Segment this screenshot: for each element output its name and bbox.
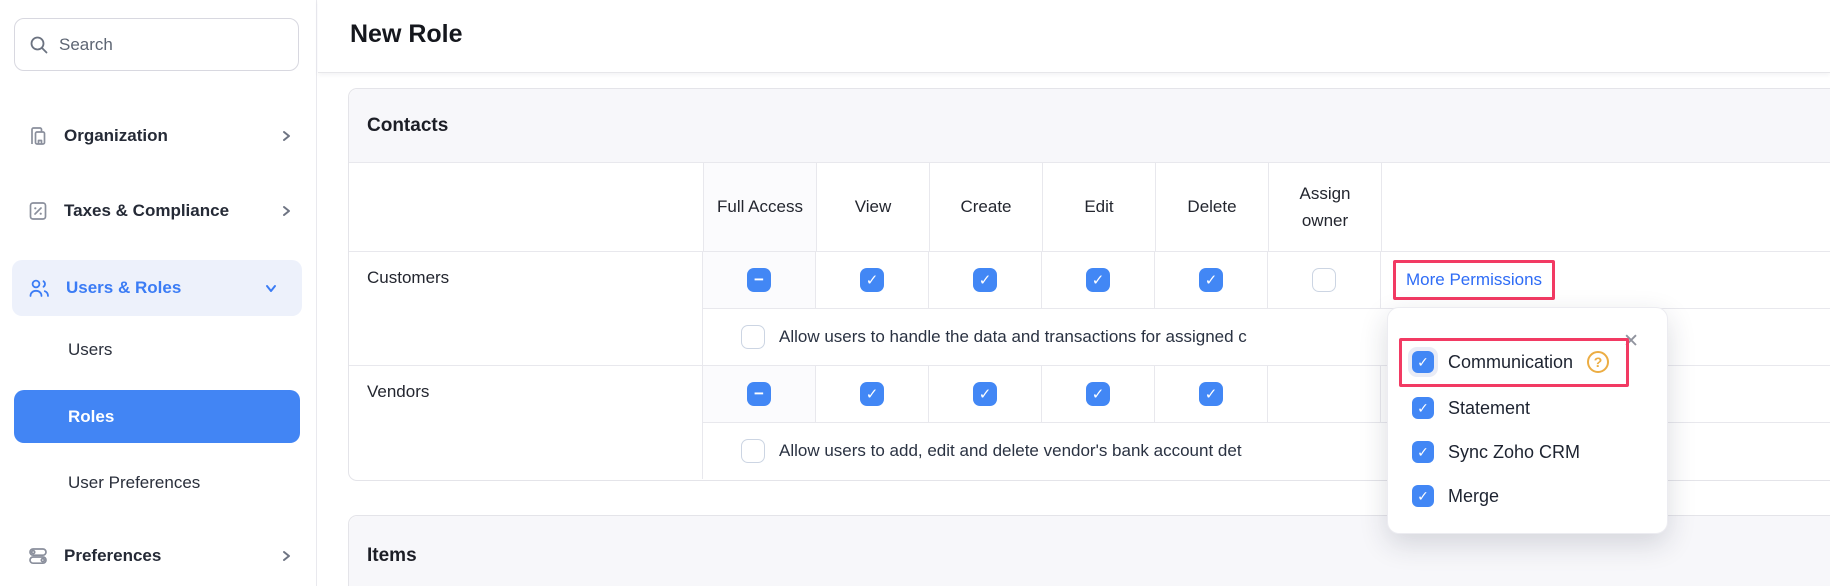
search-input[interactable] bbox=[59, 35, 284, 55]
more-permissions-link[interactable]: More Permissions bbox=[1406, 270, 1542, 289]
checkbox-vendors-create[interactable]: ✓ bbox=[973, 382, 997, 406]
sidebar-item-user-preferences[interactable]: User Preferences bbox=[0, 459, 317, 507]
search-icon bbox=[29, 35, 49, 55]
chevron-right-icon bbox=[279, 549, 293, 563]
checkbox-customers-delete[interactable]: ✓ bbox=[1199, 268, 1223, 292]
checkbox-statement[interactable]: ✓ bbox=[1412, 397, 1434, 419]
preferences-icon bbox=[26, 544, 50, 568]
sidebar-item-label: Organization bbox=[64, 126, 168, 146]
sidebar-item-label: User Preferences bbox=[68, 473, 200, 493]
entity-column-header bbox=[349, 163, 703, 251]
sidebar-item-label: Preferences bbox=[64, 546, 161, 566]
popup-item-statement: ✓ Statement bbox=[1412, 397, 1530, 419]
chevron-right-icon bbox=[279, 129, 293, 143]
table-header-row: Full Access View Create Edit Delete Assi… bbox=[349, 163, 1830, 252]
column-header-delete: Delete bbox=[1155, 163, 1268, 251]
settings-page: Organization Taxes & Compliance bbox=[0, 0, 1830, 586]
column-header-edit: Edit bbox=[1042, 163, 1155, 251]
search-box[interactable] bbox=[14, 18, 299, 71]
contacts-section-header: Contacts bbox=[349, 89, 1830, 163]
close-icon[interactable]: ✕ bbox=[1623, 332, 1639, 351]
column-header-full-access: Full Access bbox=[703, 163, 816, 251]
popup-item-merge: ✓ Merge bbox=[1412, 485, 1499, 507]
sidebar-item-users-roles[interactable]: Users & Roles bbox=[12, 260, 302, 316]
annotation-box-more-permissions: More Permissions bbox=[1393, 260, 1555, 300]
column-header-create: Create bbox=[929, 163, 1042, 251]
checkbox-communication[interactable]: ✓ bbox=[1412, 351, 1434, 373]
column-header-view: View bbox=[816, 163, 929, 251]
row-label-vendors: Vendors bbox=[349, 366, 703, 479]
checkbox-customers-view[interactable]: ✓ bbox=[860, 268, 884, 292]
sidebar-item-users[interactable]: Users bbox=[0, 326, 317, 374]
sidebar-item-label: Users bbox=[68, 340, 112, 360]
chevron-down-icon bbox=[264, 281, 278, 295]
checkbox-vendors-view[interactable]: ✓ bbox=[860, 382, 884, 406]
popup-item-communication: ✓ Communication ? bbox=[1412, 351, 1609, 373]
section-title: Contacts bbox=[367, 115, 448, 137]
sidebar-item-label: Users & Roles bbox=[66, 278, 181, 298]
popup-item-label: Communication bbox=[1448, 352, 1573, 373]
row-label-customers: Customers bbox=[349, 252, 703, 365]
help-icon[interactable]: ? bbox=[1587, 351, 1609, 373]
checkbox-vendors-delete[interactable]: ✓ bbox=[1199, 382, 1223, 406]
chevron-right-icon bbox=[279, 204, 293, 218]
sidebar-item-label: Roles bbox=[68, 407, 114, 427]
checkbox-vendors-full-access[interactable]: − bbox=[747, 382, 771, 406]
column-header-actions bbox=[1381, 163, 1830, 251]
checkbox-customers-assign-owner[interactable] bbox=[1312, 268, 1336, 292]
sidebar-item-preferences[interactable]: Preferences bbox=[0, 528, 317, 584]
checkbox-customers-create[interactable]: ✓ bbox=[973, 268, 997, 292]
sidebar-item-taxes-compliance[interactable]: Taxes & Compliance bbox=[0, 183, 317, 239]
customers-checkbox-row: − ✓ ✓ ✓ ✓ More Permissions bbox=[703, 252, 1830, 308]
checkbox-customers-note[interactable] bbox=[741, 325, 765, 349]
popup-item-label: Statement bbox=[1448, 398, 1530, 419]
settings-sidebar: Organization Taxes & Compliance bbox=[0, 0, 317, 586]
taxes-icon bbox=[26, 199, 50, 223]
popup-item-label: Sync Zoho CRM bbox=[1448, 442, 1580, 463]
sidebar-item-organization[interactable]: Organization bbox=[0, 108, 317, 164]
users-icon bbox=[26, 276, 52, 300]
checkbox-focus-halo: ✓ bbox=[1408, 347, 1438, 377]
column-header-assign-owner: Assign owner bbox=[1268, 163, 1381, 251]
sidebar-item-label: Taxes & Compliance bbox=[64, 201, 229, 221]
checkbox-customers-edit[interactable]: ✓ bbox=[1086, 268, 1110, 292]
checkbox-vendors-note[interactable] bbox=[741, 439, 765, 463]
popup-item-sync-zoho-crm: ✓ Sync Zoho CRM bbox=[1412, 441, 1580, 463]
customers-note-text: Allow users to handle the data and trans… bbox=[779, 327, 1247, 347]
page-header: New Role bbox=[318, 0, 1830, 73]
sidebar-item-roles[interactable]: Roles bbox=[14, 390, 300, 443]
checkbox-customers-full-access[interactable]: − bbox=[747, 268, 771, 292]
popup-item-label: Merge bbox=[1448, 486, 1499, 507]
organization-icon bbox=[26, 124, 50, 148]
page-title: New Role bbox=[350, 20, 463, 49]
more-permissions-popup: ✕ ✓ Communication ? ✓ Statement ✓ Sync Z… bbox=[1387, 307, 1668, 534]
vendors-note-text: Allow users to add, edit and delete vend… bbox=[779, 441, 1242, 461]
checkbox-sync-zoho-crm[interactable]: ✓ bbox=[1412, 441, 1434, 463]
checkbox-vendors-edit[interactable]: ✓ bbox=[1086, 382, 1110, 406]
checkbox-merge[interactable]: ✓ bbox=[1412, 485, 1434, 507]
section-title: Items bbox=[367, 545, 417, 567]
